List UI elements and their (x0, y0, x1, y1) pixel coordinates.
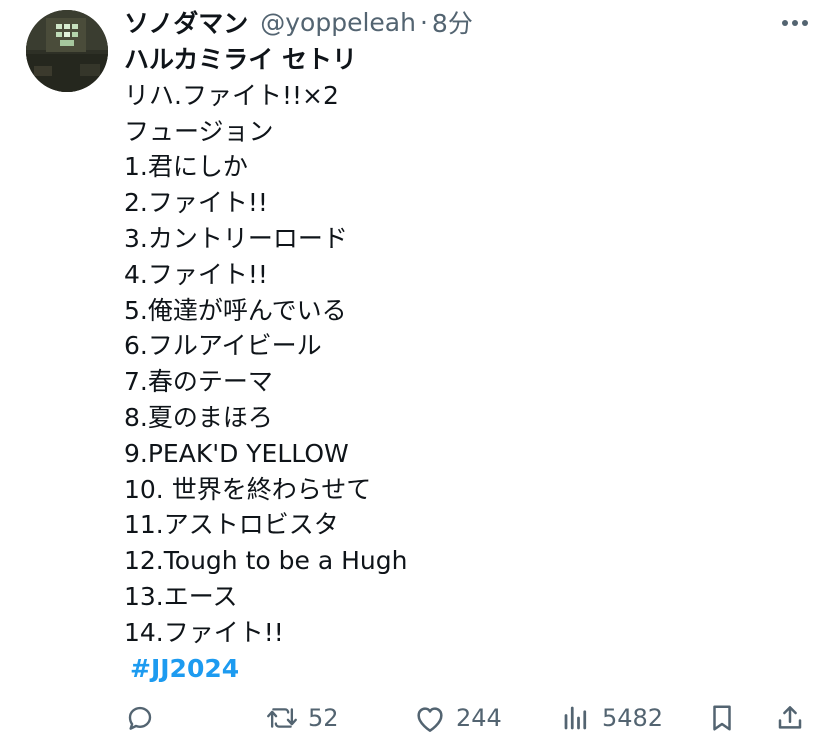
tweet-line: 8.夏のまほろ (124, 402, 273, 432)
retweet-count: 52 (308, 704, 339, 732)
retweet-button[interactable]: 52 (266, 698, 339, 738)
tweet-line: 12.Tough to be a Hugh (124, 546, 408, 576)
tweet-header: ソノダマン @yoppeleah · 8分 (124, 2, 473, 42)
action-bar: 52 244 5482 (124, 698, 824, 738)
tweet-line: 13.エース (124, 581, 238, 611)
tweet-line: 1.君にしか (124, 152, 248, 182)
tweet-line: ハルカミライ セトリ (124, 45, 357, 74)
like-count: 244 (456, 704, 502, 732)
tweet-line: 7.春のテーマ (124, 367, 273, 397)
more-icon (782, 20, 808, 26)
views-button[interactable]: 5482 (560, 698, 663, 738)
tweet-line: 2.ファイト!! (124, 188, 268, 218)
avatar-image (26, 10, 108, 92)
display-name[interactable]: ソノダマン (124, 4, 248, 40)
reply-icon (124, 702, 156, 734)
tweet-text: ハルカミライ セトリ リハ.ファイト!!×2 フュージョン 1.君にしか 2.フ… (124, 42, 814, 686)
tweet-line: 6.フルアイビール (124, 331, 322, 361)
hashtag-line: #JJ2024 (124, 651, 814, 687)
avatar[interactable] (26, 10, 108, 92)
views-count: 5482 (602, 704, 664, 732)
tweet-line: 10. 世界を終わらせて (124, 474, 372, 504)
tweet-line: 4.ファイト!! (124, 259, 268, 289)
share-button[interactable] (774, 698, 806, 738)
timestamp[interactable]: 8分 (432, 4, 473, 40)
more-options-button[interactable] (780, 8, 810, 38)
bookmark-icon (706, 702, 738, 734)
bookmark-button[interactable] (706, 698, 738, 738)
tweet-line: 11.アストロビスタ (124, 510, 339, 540)
share-icon (774, 702, 806, 734)
tweet-line: フュージョン (124, 116, 274, 146)
views-icon (560, 702, 592, 734)
hashtag-link[interactable]: #JJ2024 (124, 654, 239, 683)
heart-icon (414, 702, 446, 734)
tweet-line: 9.PEAK'D YELLOW (124, 438, 349, 468)
user-handle[interactable]: @yoppeleah (260, 8, 416, 37)
tweet-line: 5.俺達が呼んでいる (124, 295, 347, 325)
separator-dot: · (419, 7, 428, 37)
tweet-line: 3.カントリーロード (124, 223, 348, 253)
reply-button[interactable] (124, 698, 156, 738)
tweet: ソノダマン @yoppeleah · 8分 ハルカミライ セトリ リハ.ファイト… (0, 0, 840, 750)
retweet-icon (266, 702, 298, 734)
like-button[interactable]: 244 (414, 698, 502, 738)
tweet-line: 14.ファイト!! (124, 617, 284, 647)
tweet-line: リハ.ファイト!!×2 (124, 80, 339, 110)
